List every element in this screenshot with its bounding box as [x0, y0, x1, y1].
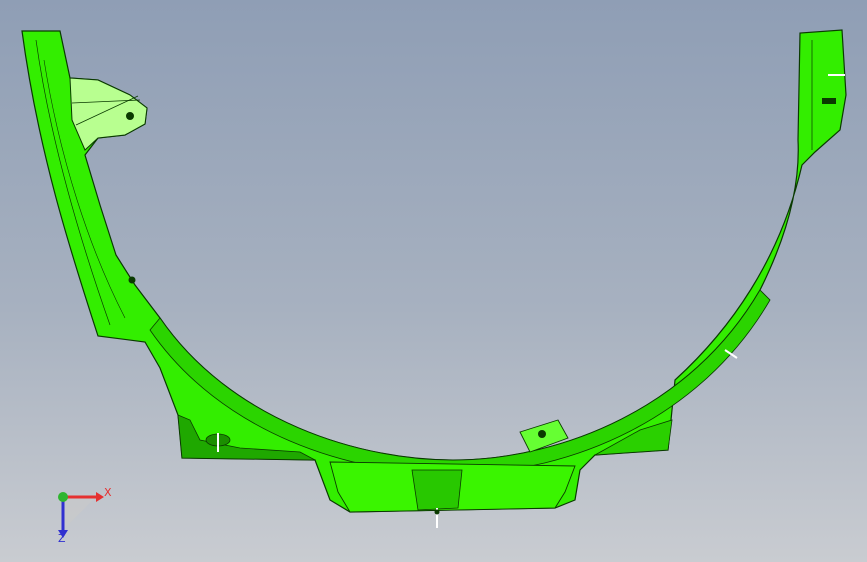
housing-body[interactable]: [21, 29, 847, 513]
left-screw-hole[interactable]: [128, 276, 136, 284]
graphics-viewport[interactable]: X Z: [0, 0, 867, 562]
x-axis-label: X: [104, 486, 112, 499]
axis-triad: X Z: [44, 478, 114, 548]
right-slot: [822, 98, 836, 104]
mounting-hole[interactable]: [126, 112, 134, 120]
mounting-ear[interactable]: [69, 77, 148, 151]
cad-part-model[interactable]: [0, 0, 867, 562]
y-axis-dot: [58, 492, 68, 502]
bottom-tab-inner: [411, 469, 463, 511]
z-axis-label: Z: [58, 532, 66, 545]
